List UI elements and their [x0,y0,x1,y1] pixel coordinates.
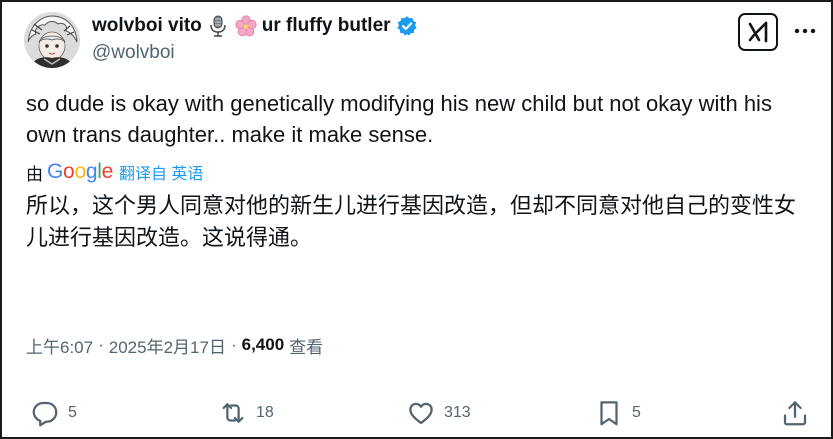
tweet-time[interactable]: 上午6:07 [26,333,93,358]
reply-count: 5 [68,404,77,421]
translation-attribution: 由 Google 翻译自 英语 [26,158,203,186]
more-options-button[interactable] [792,20,818,42]
translated-text: 所以，这个男人同意对他的新生儿进行基因改造，但却不同意对他自己的变性女儿进行基因… [26,193,797,250]
more-dots-icon [794,28,816,34]
like-button[interactable]: 313 [406,398,471,428]
grok-icon [748,21,768,43]
cherry-blossom-emoji-icon [234,14,258,38]
avatar[interactable] [24,12,80,68]
display-name-suffix[interactable]: ur fluffy butler [262,15,391,37]
translated-by-label: 由 [26,164,43,184]
bookmark-count: 5 [632,404,641,421]
display-name[interactable]: wolvboi vito [92,15,202,37]
repost-button[interactable]: 18 [218,398,274,428]
tweet-date[interactable]: 2025年2月17日 [109,333,226,358]
meta-separator: · [98,335,104,354]
google-logo: Google [47,160,113,183]
views-count[interactable]: 6,400 [242,335,285,355]
bookmark-button[interactable]: 5 [594,398,641,428]
translated-from-link[interactable]: 翻译自 英语 [119,160,203,184]
microphone-emoji-icon [206,14,230,38]
reply-button[interactable]: 5 [30,398,77,428]
tweet-meta: 上午6:07 · 2025年2月17日 · 6,400 查看 [26,332,323,358]
meta-separator: · [230,335,237,354]
author-name-row[interactable]: wolvboi vito ur fluffy butler [92,14,419,38]
tweet-card: wolvboi vito ur fluffy butler @wolvboi s… [0,0,833,439]
author-handle[interactable]: @wolvboi [92,42,175,64]
verified-badge-icon[interactable] [395,14,419,38]
grok-button[interactable] [738,13,778,51]
bookmark-icon [600,401,618,426]
share-icon [783,401,807,426]
like-count: 313 [444,404,471,421]
views-label[interactable]: 查看 [289,333,323,358]
repost-count: 18 [256,404,274,421]
reply-icon [32,401,58,427]
share-button[interactable] [780,398,810,428]
tweet-text: so dude is okay with genetically modifyi… [26,91,772,147]
heart-icon [409,402,433,425]
repost-icon [222,403,244,423]
